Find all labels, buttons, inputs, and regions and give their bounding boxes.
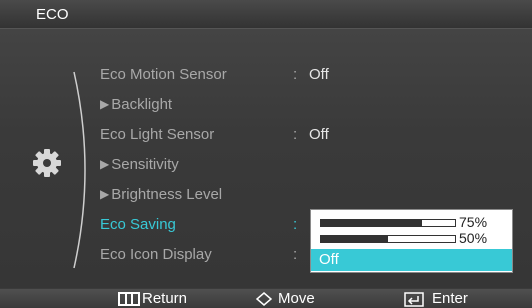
- diamond-move-icon: [256, 292, 272, 306]
- menu-item-label: Eco Saving: [100, 216, 176, 233]
- menu-separator: :: [293, 246, 298, 263]
- menu-separator: :: [293, 216, 298, 233]
- window-title: ECO: [36, 6, 69, 23]
- enter-icon: [404, 292, 424, 307]
- option-label: 50%: [459, 230, 488, 246]
- option-label: Off: [319, 251, 339, 268]
- eco-saving-dropdown[interactable]: 75% 50% Off: [310, 209, 513, 273]
- option-off[interactable]: Off: [311, 249, 512, 271]
- menu-item-label: Eco Light Sensor: [100, 126, 215, 143]
- menu-item-label: Eco Icon Display: [100, 246, 212, 263]
- menu-separator: :: [293, 126, 298, 143]
- menu-item-label: Eco Motion Sensor: [100, 66, 227, 83]
- submenu-arrow-icon: ▶: [100, 157, 110, 171]
- menu-item-label: Sensitivity: [111, 156, 179, 173]
- menu-item-value: Off: [309, 66, 329, 83]
- footer-bar: Return Move Enter: [0, 289, 532, 308]
- return-label: Return: [142, 290, 188, 307]
- menu-return-icon: [118, 292, 140, 306]
- level-bar: [320, 235, 456, 243]
- move-label: Move: [278, 290, 315, 307]
- menu-bracket-divider: [73, 71, 86, 269]
- menu-item-label: Brightness Level: [111, 186, 223, 203]
- enter-label: Enter: [432, 290, 468, 307]
- option-50[interactable]: 50%: [311, 230, 512, 247]
- title-bar: ECO: [0, 0, 532, 29]
- gear-icon: [33, 149, 61, 177]
- option-75[interactable]: 75%: [311, 214, 512, 231]
- option-label: 75%: [459, 214, 488, 230]
- level-bar: [320, 219, 456, 227]
- menu-item-value: Off: [309, 126, 329, 143]
- menu-separator: :: [293, 66, 298, 83]
- menu-item-label: Backlight: [111, 96, 173, 113]
- submenu-arrow-icon: ▶: [100, 97, 110, 111]
- submenu-arrow-icon: ▶: [100, 187, 110, 201]
